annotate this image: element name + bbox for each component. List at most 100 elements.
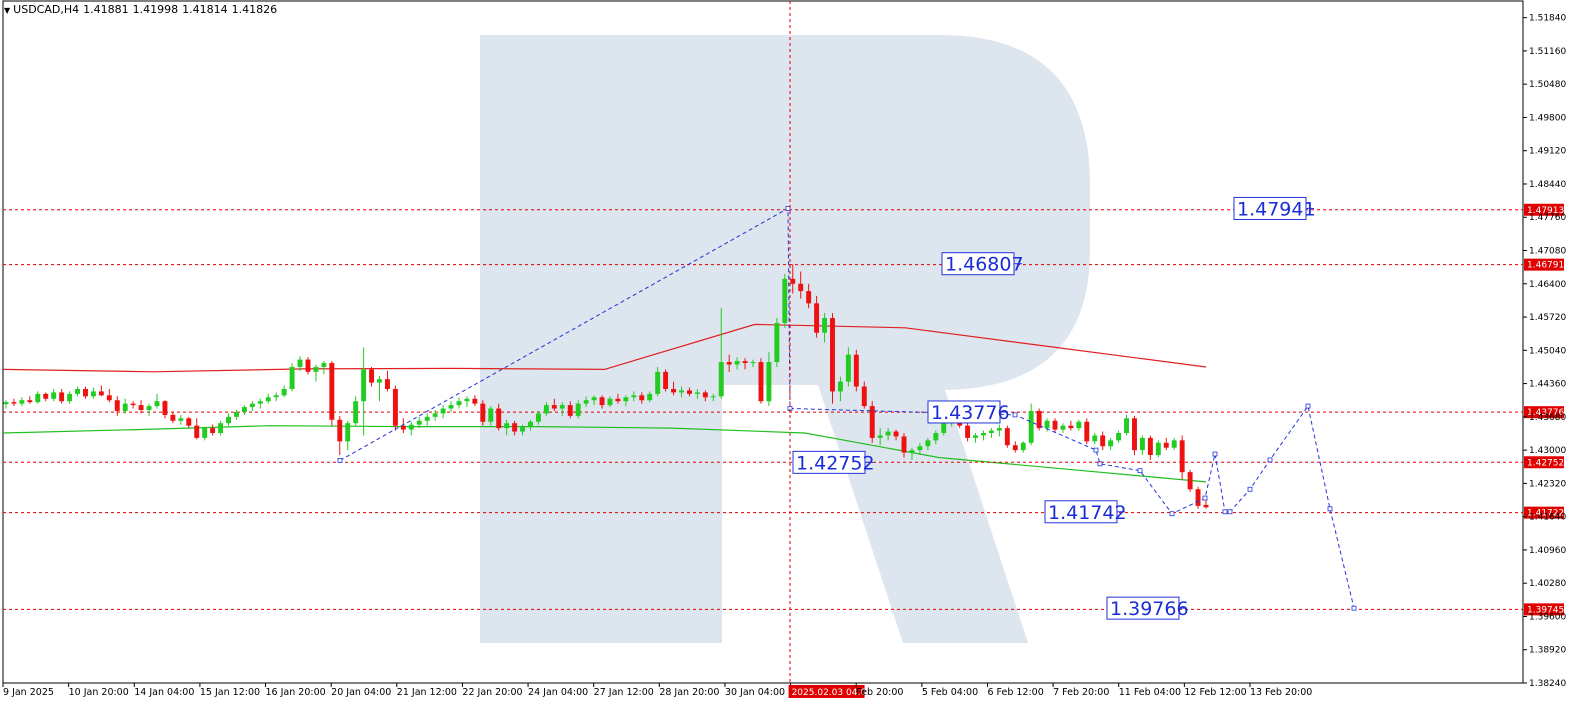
candle-body — [909, 450, 915, 453]
candle-body — [424, 416, 430, 421]
y-tick-label: 1.47080 — [1529, 247, 1566, 257]
candle-body — [186, 418, 192, 426]
y-tick-label: 1.45720 — [1529, 313, 1566, 323]
candle-body — [345, 423, 351, 442]
candle-body — [289, 366, 295, 389]
x-tick-label: 22 Jan 20:00 — [462, 687, 522, 698]
candle-body — [337, 419, 343, 442]
candle-body — [504, 423, 510, 429]
candle-body — [194, 425, 200, 438]
y-tick-label: 1.47760 — [1529, 213, 1566, 223]
candle-body — [51, 392, 57, 399]
candle-body — [822, 318, 828, 333]
time-axis[interactable]: 9 Jan 2025 10 Jan 20:00 14 Jan 04:00 15 Jan… — [2, 683, 1312, 698]
forecast-vertex — [785, 206, 791, 211]
candle-body — [114, 400, 120, 411]
candle-body — [19, 400, 25, 404]
candle-body — [607, 398, 613, 406]
candle-body — [1076, 421, 1082, 429]
candle-body — [202, 428, 208, 438]
candle-body — [710, 396, 716, 398]
candle-body — [1052, 420, 1058, 430]
candle-body — [655, 371, 661, 394]
candle-body — [671, 388, 677, 393]
x-tick-label: 24 Jan 04:00 — [528, 687, 588, 698]
candle-body — [814, 303, 820, 333]
forecast-vertex — [1012, 412, 1018, 418]
candle-body — [798, 283, 804, 292]
candle-body — [758, 362, 764, 402]
candle-body — [432, 413, 438, 417]
candle-body — [1036, 410, 1042, 429]
candle-body — [305, 359, 311, 372]
candle-body — [43, 393, 49, 399]
candle-body — [837, 381, 843, 392]
candle-body — [742, 361, 748, 364]
candle-body — [512, 423, 518, 432]
y-tick-label: 1.40960 — [1529, 546, 1566, 556]
candle-body — [885, 431, 891, 436]
candle-body — [98, 391, 104, 396]
candle-body — [1203, 504, 1209, 508]
candle-body — [249, 403, 255, 408]
candle-body — [1092, 435, 1098, 442]
candle-body — [488, 408, 494, 422]
y-tick-label: 1.43000 — [1529, 446, 1566, 456]
forecast-vertex — [1202, 495, 1208, 501]
annotation-label: 1.39766 — [1110, 598, 1189, 620]
candle-body — [1060, 425, 1066, 430]
candle-body — [1100, 435, 1106, 447]
candle-body — [988, 430, 994, 433]
candle-body — [933, 432, 939, 441]
candle-body — [686, 390, 692, 394]
x-tick-label: 21 Jan 12:00 — [397, 687, 457, 698]
price-axis[interactable]: 1.51840 1.51160 1.50480 1.49800 1.49120 1.484… — [1523, 14, 1566, 689]
candle-body — [861, 386, 867, 407]
candle-body — [27, 400, 33, 403]
annotation-label: 1.47941 — [1237, 198, 1316, 220]
forecast-vertex — [337, 457, 343, 463]
x-tick-label: 27 Jan 12:00 — [594, 687, 654, 698]
candle-body — [480, 403, 486, 422]
candle-body — [384, 379, 390, 389]
candle-body — [877, 435, 883, 438]
candle-body — [369, 369, 375, 383]
candle-body — [1155, 442, 1161, 456]
y-tick-label: 1.45040 — [1529, 346, 1566, 356]
candle-body — [178, 418, 184, 421]
candle-body — [241, 407, 247, 412]
candle-body — [734, 361, 740, 365]
candle-body — [623, 397, 629, 402]
x-tick-label: 12 Feb 12:00 — [1184, 687, 1246, 698]
candle-body — [154, 401, 160, 407]
y-tick-label: 1.42320 — [1529, 479, 1566, 489]
candle-body — [965, 425, 971, 438]
y-tick-label: 1.46400 — [1529, 280, 1566, 290]
candle-body — [35, 393, 41, 403]
level-price-label: 1.42752 — [1527, 458, 1564, 468]
candle-body — [520, 426, 526, 432]
candle-body — [663, 371, 669, 389]
y-tick-label: 1.38240 — [1529, 679, 1566, 689]
candle-body — [806, 291, 812, 304]
candle-body — [472, 398, 478, 404]
forecast-vertex — [1169, 511, 1175, 517]
price-chart[interactable]: 1.479131.467911.437761.427521.417221.397… — [0, 0, 1596, 716]
candle-body — [321, 363, 327, 367]
x-tick-label: 6 Feb 12:00 — [987, 687, 1043, 698]
forecast-vertex — [1212, 451, 1218, 457]
candle-body — [567, 405, 573, 416]
candle-body — [782, 278, 788, 323]
candle-body — [59, 392, 65, 402]
candle-body — [639, 395, 645, 401]
candle-body — [679, 390, 684, 393]
candle-body — [559, 405, 565, 409]
y-tick-label: 1.44360 — [1529, 380, 1566, 390]
candle-body — [1195, 489, 1201, 506]
candle-body — [67, 393, 73, 402]
candle-body — [830, 318, 835, 392]
candle-body — [1068, 425, 1074, 429]
x-tick-label: 14 Jan 04:00 — [134, 687, 194, 698]
candle-body — [234, 411, 239, 417]
candle-body — [353, 401, 359, 424]
